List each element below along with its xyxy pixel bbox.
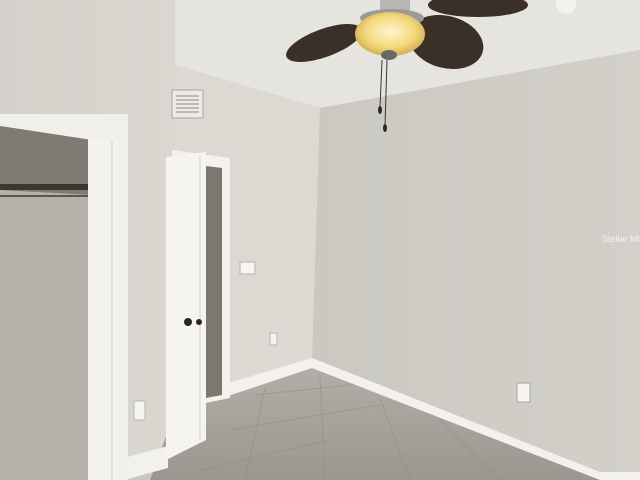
fan-light-globe — [355, 12, 425, 56]
closet-shelf — [0, 184, 92, 190]
wall-outlet-left — [133, 400, 146, 421]
door-knob — [184, 318, 192, 326]
closet-door-edge — [88, 138, 118, 480]
wall-outlet-right — [516, 382, 531, 403]
watermark-text: Stellar MLS — [602, 234, 640, 244]
wall-outlet-center — [269, 332, 278, 346]
door-knob-back — [196, 319, 202, 325]
pull-chain-tip-right — [383, 124, 387, 132]
light-switch — [239, 261, 256, 275]
fan-light-cap — [381, 50, 397, 60]
bedroom-photo: Stellar MLS — [0, 0, 640, 480]
pull-chain-tip-left — [378, 106, 382, 114]
doorway-dark — [206, 166, 222, 398]
